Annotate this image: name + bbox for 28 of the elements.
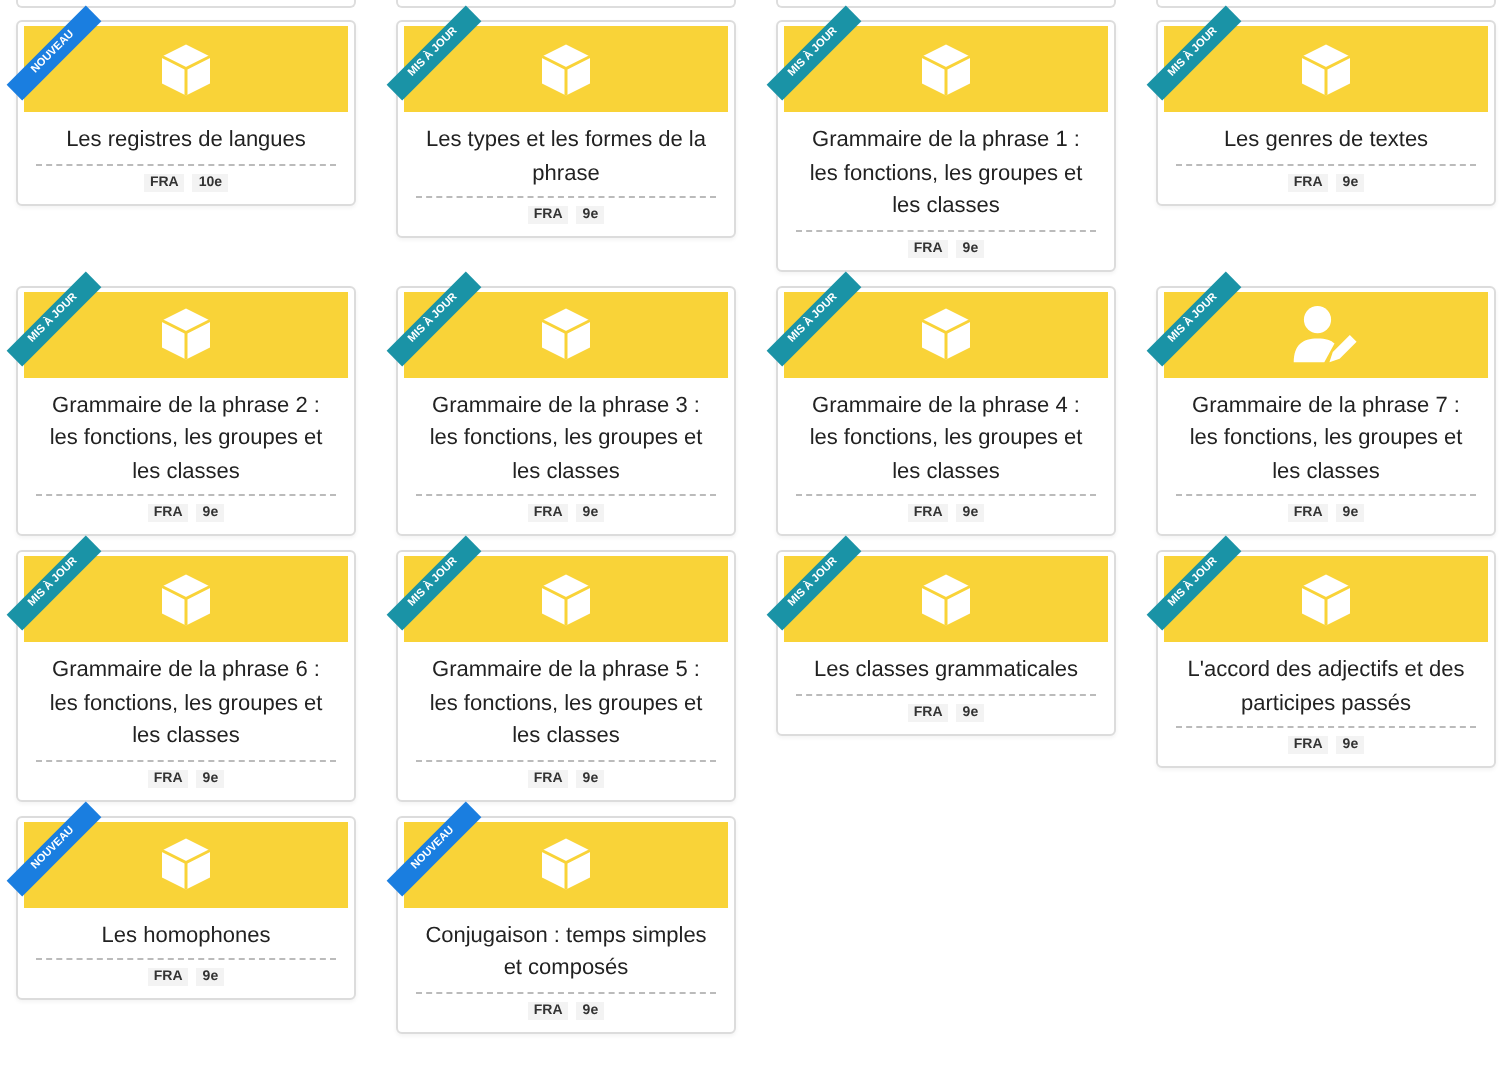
cube-icon	[536, 569, 596, 629]
course-title: Grammaire de la phrase 4 : les fonctions, les groupes et les classes	[796, 377, 1096, 496]
cube-icon	[156, 834, 216, 894]
cube-icon	[536, 834, 596, 894]
course-title: L'accord des adjectifs et des participes passés	[1176, 642, 1476, 728]
course-title: Grammaire de la phrase 3 : les fonctions, les groupes et les classes	[416, 377, 716, 496]
cube-icon	[536, 39, 596, 99]
cube-icon	[916, 569, 976, 629]
cube-icon	[536, 304, 596, 364]
cube-icon	[916, 304, 976, 364]
cube-icon	[1296, 569, 1356, 629]
cube-icon	[1296, 39, 1356, 99]
cube-icon	[156, 569, 216, 629]
user-edit-icon	[1292, 303, 1360, 365]
course-title: Grammaire de la phrase 2 : les fonctions, les groupes et les classes	[36, 377, 336, 496]
course-title: Les genres de textes	[1176, 112, 1476, 165]
course-title: Grammaire de la phrase 5 : les fonctions, les groupes et les classes	[416, 642, 716, 761]
cube-icon	[156, 304, 216, 364]
cube-icon	[156, 39, 216, 99]
course-title: Les homophones	[36, 907, 336, 960]
course-title: Les registres de langues	[36, 112, 336, 165]
course-title: Grammaire de la phrase 1 : les fonctions, les groupes et les classes	[796, 112, 1096, 231]
course-title: Conjugaison : temps simples et composés	[416, 907, 716, 993]
course-title: Grammaire de la phrase 6 : les fonctions, les groupes et les classes	[36, 642, 336, 761]
course-title: Les classes grammaticales	[796, 642, 1096, 695]
cube-icon	[916, 39, 976, 99]
course-title: Les types et les formes de la phrase	[416, 112, 716, 198]
course-title: Grammaire de la phrase 7 : les fonctions, les groupes et les classes	[1176, 377, 1476, 496]
